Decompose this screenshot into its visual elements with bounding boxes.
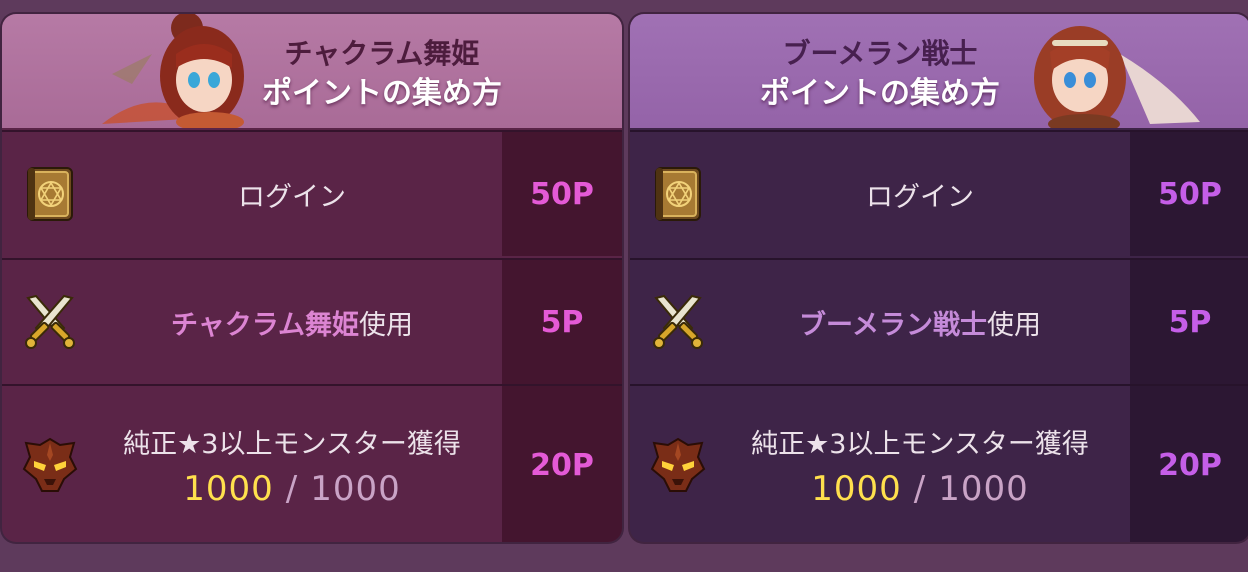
mission-points: 5P	[1130, 260, 1248, 384]
monster-name-highlight: チャクラム舞姫	[171, 309, 359, 341]
mission-points: 50P	[502, 132, 622, 256]
progress-separator: /	[913, 468, 927, 509]
mission-row-acquire-monster: 純正★3以上モンスター獲得 1000 / 1000 20P	[630, 384, 1248, 542]
mission-progress: 1000 / 1000	[183, 469, 401, 509]
mission-row-use-monster: チャクラム舞姫使用 5P	[2, 258, 622, 384]
mission-progress: 1000 / 1000	[811, 469, 1029, 509]
crossed-swords-icon	[20, 292, 80, 352]
panel-title-line1: チャクラム舞姫	[284, 37, 480, 70]
mission-label-text: 純正★3以上モンスター獲得	[123, 428, 461, 460]
mission-row-acquire-monster: 純正★3以上モンスター獲得 1000 / 1000 20P	[2, 384, 622, 542]
panel-title-line2: ポイントの集め方	[262, 76, 502, 111]
panel-title-line1: ブーメラン戦士	[782, 37, 978, 70]
monster-mask-icon	[20, 435, 80, 495]
mission-points: 20P	[1130, 386, 1248, 542]
mission-label-text: ログイン	[238, 181, 346, 213]
progress-current: 1000	[811, 468, 902, 509]
mission-label: ログイン	[720, 132, 1120, 256]
progress-max: 1000	[938, 468, 1029, 509]
progress-separator: /	[285, 468, 299, 509]
mission-row-use-monster: ブーメラン戦士使用 5P	[630, 258, 1248, 384]
event-panel-boomerang: ブーメラン戦士 ポイントの集め方 ログイン 50P ブーメラン戦士使用 5P 純…	[630, 14, 1248, 542]
mission-suffix: 使用	[986, 309, 1041, 341]
progress-max: 1000	[310, 468, 401, 509]
mission-points: 50P	[1130, 132, 1248, 256]
mission-row-login: ログイン 50P	[2, 130, 622, 256]
panel-header: ブーメラン戦士 ポイントの集め方	[630, 14, 1248, 128]
mission-label: 純正★3以上モンスター獲得 1000 / 1000	[720, 386, 1120, 542]
spellbook-icon	[20, 164, 80, 224]
crossed-swords-icon	[648, 292, 708, 352]
mission-label-text: ログイン	[866, 181, 974, 213]
panel-title-line2: ポイントの集め方	[760, 76, 1000, 111]
mission-label-text: 純正★3以上モンスター獲得	[751, 428, 1089, 460]
spellbook-icon	[648, 164, 708, 224]
monster-name-highlight: ブーメラン戦士	[799, 309, 987, 341]
mission-points: 5P	[502, 260, 622, 384]
mission-suffix: 使用	[358, 309, 413, 341]
mission-label: ブーメラン戦士使用	[720, 260, 1120, 384]
panel-header: チャクラム舞姫 ポイントの集め方	[2, 14, 622, 128]
mission-points: 20P	[502, 386, 622, 542]
mission-label: 純正★3以上モンスター獲得 1000 / 1000	[92, 386, 492, 542]
mission-row-login: ログイン 50P	[630, 130, 1248, 256]
mission-label: ログイン	[92, 132, 492, 256]
monster-mask-icon	[648, 435, 708, 495]
event-panel-chakram: チャクラム舞姫 ポイントの集め方 ログイン 50P チャクラム舞姫使用 5P 純…	[2, 14, 622, 542]
panel-title: チャクラム舞姫 ポイントの集め方	[232, 34, 532, 114]
panel-title: ブーメラン戦士 ポイントの集め方	[710, 34, 1050, 114]
progress-current: 1000	[183, 468, 274, 509]
mission-label: チャクラム舞姫使用	[92, 260, 492, 384]
